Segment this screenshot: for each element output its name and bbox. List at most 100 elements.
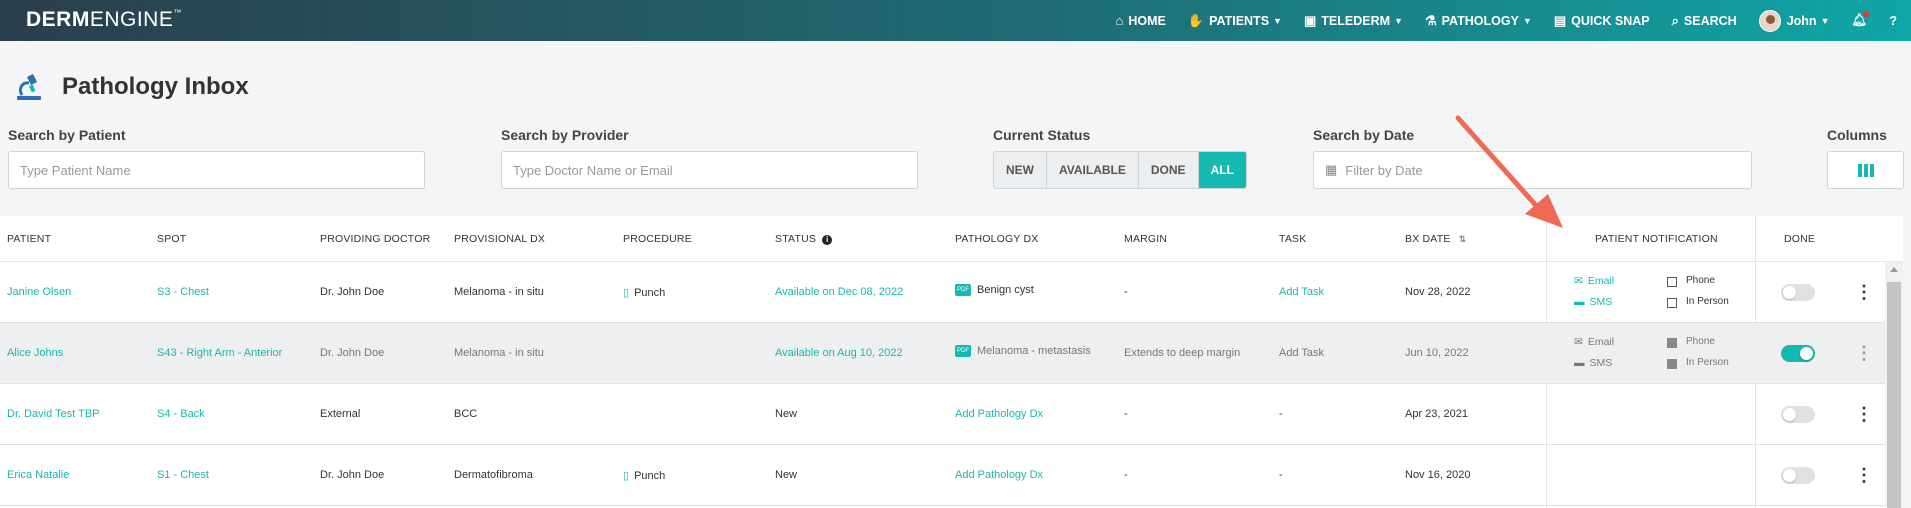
add-task-link[interactable]: Add Task xyxy=(1279,347,1324,359)
sort-icon[interactable]: ⇅ xyxy=(1459,234,1467,244)
columns-button[interactable] xyxy=(1827,151,1904,189)
caret-down-icon: ▼ xyxy=(1820,15,1830,26)
info-icon[interactable]: i xyxy=(822,235,833,245)
nav-search[interactable]: ⌕ SEARCH xyxy=(1672,13,1737,29)
search-icon: ⌕ xyxy=(1671,12,1679,28)
notify-sms-option[interactable]: ▬ SMS xyxy=(1574,357,1612,369)
home-icon: ⌂ xyxy=(1115,13,1124,28)
done-toggle[interactable] xyxy=(1781,467,1815,484)
caret-down-icon: ▼ xyxy=(1522,15,1532,26)
patient-link[interactable]: Alice Johns xyxy=(7,347,63,359)
col-patient[interactable]: PATIENT xyxy=(7,233,51,245)
in-person-checkbox[interactable] xyxy=(1667,298,1677,308)
scrollbar-thumb[interactable] xyxy=(1887,282,1901,508)
col-task[interactable]: TASK xyxy=(1279,233,1306,245)
col-pathology[interactable]: PATHOLOGY DX xyxy=(955,233,1039,245)
status-done-button[interactable]: DONE xyxy=(1139,152,1199,188)
notify-email-label: Email xyxy=(1587,336,1615,348)
provider-search-label: Search by Provider xyxy=(501,127,629,143)
nav-patients[interactable]: ✋ PATIENTS ▼ xyxy=(1188,13,1282,29)
add-pathology-link[interactable]: Add Pathology Dx xyxy=(955,408,1043,420)
status-cell: New xyxy=(775,469,798,481)
col-margin[interactable]: MARGIN xyxy=(1124,233,1167,245)
bxdate-cell: Apr 23, 2021 xyxy=(1405,408,1468,420)
bxdate-cell: Jun 10, 2022 xyxy=(1405,347,1469,359)
caret-down-icon: ▼ xyxy=(1273,15,1282,26)
notifications-button[interactable]: 🔔︎ xyxy=(1851,11,1870,28)
notify-sms-option[interactable]: ▬ SMS xyxy=(1574,296,1612,308)
brand-logo[interactable]: DERMENGINE™ xyxy=(26,8,182,32)
nav-home[interactable]: ⌂ HOME xyxy=(1116,13,1166,28)
spot-link[interactable]: S4 - Back xyxy=(157,408,205,420)
status-link[interactable]: Available on Dec 08, 2022 xyxy=(775,286,903,298)
pdf-icon[interactable]: PDF xyxy=(955,345,971,358)
spot-link[interactable]: S1 - Chest xyxy=(157,469,209,481)
pathology-cell[interactable]: PDF Melanoma - metastasis xyxy=(955,345,1091,358)
margin-cell: - xyxy=(1124,286,1128,298)
date-filter-input[interactable]: ▦ Filter by Date xyxy=(1313,151,1752,189)
col-notification: PATIENT NOTIFICATION xyxy=(1595,233,1718,245)
notify-email-option[interactable]: ✉ Email xyxy=(1574,275,1614,287)
bell-icon: 🔔︎ xyxy=(1851,11,1870,27)
spot-link[interactable]: S43 - Right Arm - Anterior xyxy=(157,347,282,359)
done-toggle[interactable] xyxy=(1781,284,1815,301)
col-provisional[interactable]: PROVISIONAL DX xyxy=(454,233,545,245)
top-navbar: DERMENGINE™ ⌂ HOME ✋ PATIENTS ▼ ▣ TELEDE… xyxy=(0,0,1911,41)
doctor-cell: Dr. John Doe xyxy=(320,469,385,481)
col-status[interactable]: STATUS i xyxy=(775,233,833,245)
columns-icon xyxy=(1857,163,1874,177)
nav-patients-label: PATIENTS xyxy=(1209,13,1270,28)
table-row[interactable]: Alice Johns S43 - Right Arm - Anterior D… xyxy=(0,323,1885,384)
more-options-icon[interactable]: ⋮ xyxy=(1855,344,1873,362)
provisional-cell: Melanoma - in situ xyxy=(454,347,544,359)
provisional-cell: BCC xyxy=(454,408,478,420)
done-toggle[interactable] xyxy=(1781,345,1815,362)
col-doctor[interactable]: PROVIDING DOCTOR xyxy=(320,233,430,245)
table-scrollbar[interactable] xyxy=(1885,262,1903,508)
phone-checkbox[interactable] xyxy=(1667,338,1677,348)
table-row[interactable]: Janine Olsen S3 - Chest Dr. John Doe Mel… xyxy=(0,262,1885,323)
col-procedure[interactable]: PROCEDURE xyxy=(623,233,692,245)
telederm-icon: ▣ xyxy=(1303,12,1317,28)
status-cell: New xyxy=(775,408,798,420)
status-all-button[interactable]: ALL xyxy=(1198,152,1246,188)
status-link[interactable]: Available on Aug 10, 2022 xyxy=(775,347,903,359)
provider-search-input[interactable]: Type Doctor Name or Email xyxy=(501,151,918,189)
spot-link[interactable]: S3 - Chest xyxy=(157,286,209,298)
add-pathology-link[interactable]: Add Pathology Dx xyxy=(955,469,1043,481)
scroll-up-arrow-icon[interactable] xyxy=(1890,267,1898,272)
patient-link[interactable]: Erica Natalie xyxy=(7,469,69,481)
phone-label: Phone xyxy=(1686,336,1715,347)
status-available-button[interactable]: AVAILABLE xyxy=(1047,152,1139,188)
table-row[interactable]: Erica Natalie S1 - Chest Dr. John Doe De… xyxy=(0,445,1885,506)
status-filter-group: NEW AVAILABLE DONE ALL xyxy=(993,151,1247,189)
done-toggle[interactable] xyxy=(1781,406,1815,423)
patient-search-input[interactable]: Type Patient Name xyxy=(8,151,425,189)
more-options-icon[interactable]: ⋮ xyxy=(1855,405,1873,423)
nav-pathology[interactable]: ⚗ PATHOLOGY ▼ xyxy=(1425,13,1532,29)
add-task-link[interactable]: Add Task xyxy=(1279,286,1324,298)
pdf-icon[interactable]: PDF xyxy=(955,284,971,297)
patient-link[interactable]: Janine Olsen xyxy=(7,286,71,298)
col-bxdate[interactable]: BX DATE ⇅ xyxy=(1405,233,1466,245)
status-new-button[interactable]: NEW xyxy=(994,152,1047,188)
in-person-label: In Person xyxy=(1686,357,1729,368)
patient-link[interactable]: Dr. David Test TBP xyxy=(7,408,100,420)
more-options-icon[interactable]: ⋮ xyxy=(1855,466,1873,484)
nav-quick-snap[interactable]: ▤ QUICK SNAP xyxy=(1554,13,1650,29)
nav-telederm-label: TELEDERM xyxy=(1321,13,1391,28)
user-menu[interactable]: John ▼ xyxy=(1758,9,1830,32)
help-button[interactable]: ? xyxy=(1889,14,1897,28)
more-options-icon[interactable]: ⋮ xyxy=(1855,283,1873,301)
col-spot[interactable]: SPOT xyxy=(157,233,186,245)
phone-checkbox[interactable] xyxy=(1667,277,1677,287)
nav-search-label: SEARCH xyxy=(1683,13,1737,28)
nav-telederm[interactable]: ▣ TELEDERM ▼ xyxy=(1304,13,1403,29)
notify-email-option[interactable]: ✉ Email xyxy=(1574,336,1614,348)
bxdate-cell: Nov 28, 2022 xyxy=(1405,286,1471,298)
table-row[interactable]: Dr. David Test TBP S4 - Back External BC… xyxy=(0,384,1885,445)
pathology-cell[interactable]: PDF Benign cyst xyxy=(955,284,1034,297)
in-person-checkbox[interactable] xyxy=(1667,359,1677,369)
notify-email-label: Email xyxy=(1587,275,1615,287)
table-header: PATIENT SPOT PROVIDING DOCTOR PROVISIONA… xyxy=(0,216,1903,262)
